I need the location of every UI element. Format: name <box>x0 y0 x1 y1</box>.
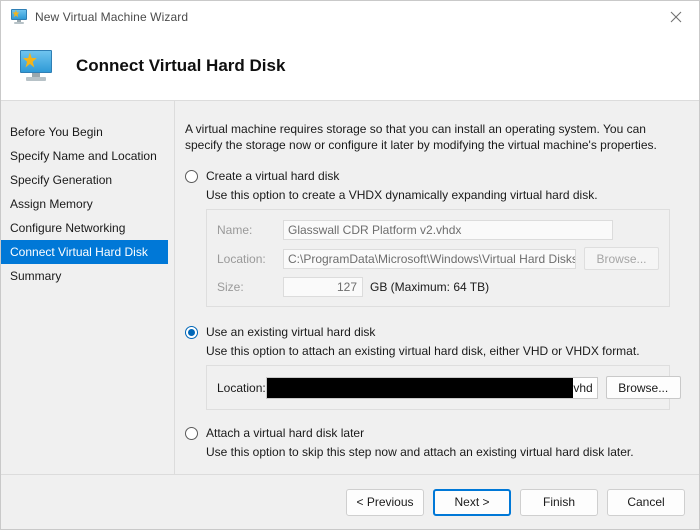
option-create-virtual-hard-disk[interactable]: Create a virtual hard disk <box>185 169 681 184</box>
existing-location-input[interactable]: vhd <box>265 376 598 399</box>
option-attach-later[interactable]: Attach a virtual hard disk later <box>185 426 681 441</box>
window-title: New Virtual Machine Wizard <box>35 9 189 24</box>
existing-disk-fields-group: Location: vhd Browse... <box>206 365 681 410</box>
title-bar: New Virtual Machine Wizard <box>1 1 699 32</box>
new-virtual-machine-wizard-window: New Virtual Machine Wizard Connect Virtu… <box>0 0 700 530</box>
option-create-virtual-hard-disk-label: Create a virtual hard disk <box>206 169 340 183</box>
create-disk-fields-group: Name: Glasswall CDR Platform v2.vhdx Loc… <box>206 209 670 307</box>
close-icon[interactable] <box>653 1 699 32</box>
size-input[interactable]: 127 <box>283 277 363 297</box>
body-area: Before You Begin Specify Name and Locati… <box>1 101 699 474</box>
radio-use-existing-virtual-hard-disk[interactable] <box>185 326 198 339</box>
vm-monitor-icon <box>20 50 52 82</box>
next-button[interactable]: Next > <box>433 488 511 516</box>
finish-button[interactable]: Finish <box>520 488 598 516</box>
wizard-content: A virtual machine requires storage so th… <box>176 101 699 474</box>
sidebar-item-specify-generation[interactable]: Specify Generation <box>1 168 168 192</box>
existing-location-value: vhd <box>573 380 593 395</box>
sidebar-item-assign-memory[interactable]: Assign Memory <box>1 192 168 216</box>
sidebar-item-configure-networking[interactable]: Configure Networking <box>1 216 168 240</box>
option-attach-later-description: Use this option to skip this step now an… <box>206 445 634 459</box>
page-header: Connect Virtual Hard Disk <box>1 32 699 101</box>
option-create-virtual-hard-disk-description: Use this option to create a VHDX dynamic… <box>206 188 598 202</box>
redaction-bar <box>266 377 573 398</box>
cancel-button[interactable]: Cancel <box>607 488 685 516</box>
option-use-existing-virtual-hard-disk[interactable]: Use an existing virtual hard disk <box>185 325 681 340</box>
size-field-label: Size: <box>217 280 244 294</box>
option-use-existing-virtual-hard-disk-label: Use an existing virtual hard disk <box>206 325 376 339</box>
location-field-label: Location: <box>217 251 266 266</box>
size-field-row: Size: 127 GB (Maximum: 64 TB) <box>217 277 659 297</box>
wizard-steps-sidebar: Before You Begin Specify Name and Locati… <box>1 101 175 474</box>
sidebar-item-before-you-begin[interactable]: Before You Begin <box>1 120 168 144</box>
name-field-label: Name: <box>217 223 253 237</box>
existing-location-field-row: Location: vhd Browse... <box>217 376 681 399</box>
name-field-row: Name: Glasswall CDR Platform v2.vhdx <box>217 220 659 240</box>
vm-monitor-icon <box>11 8 27 25</box>
option-attach-later-label: Attach a virtual hard disk later <box>206 426 365 440</box>
size-maximum-note: GB (Maximum: 64 TB) <box>370 280 490 294</box>
option-use-existing-virtual-hard-disk-description: Use this option to attach an existing vi… <box>206 344 640 358</box>
browse-button-existing[interactable]: Browse... <box>605 376 681 399</box>
location-input[interactable]: C:\ProgramData\Microsoft\Windows\Virtual… <box>283 248 576 269</box>
previous-button[interactable]: < Previous <box>346 488 424 516</box>
existing-location-field-label: Location: <box>217 380 266 395</box>
intro-text: A virtual machine requires storage so th… <box>185 122 657 152</box>
radio-attach-later[interactable] <box>185 427 198 440</box>
sidebar-item-connect-virtual-hard-disk[interactable]: Connect Virtual Hard Disk <box>1 240 168 264</box>
wizard-footer: < Previous Next > Finish Cancel <box>1 474 699 529</box>
location-field-row: Location: C:\ProgramData\Microsoft\Windo… <box>217 247 659 270</box>
browse-button-create[interactable]: Browse... <box>584 247 659 270</box>
name-input[interactable]: Glasswall CDR Platform v2.vhdx <box>283 220 613 240</box>
radio-create-virtual-hard-disk[interactable] <box>185 170 198 183</box>
sidebar-item-summary[interactable]: Summary <box>1 264 168 288</box>
page-title: Connect Virtual Hard Disk <box>76 56 286 75</box>
sidebar-item-specify-name-and-location[interactable]: Specify Name and Location <box>1 144 168 168</box>
